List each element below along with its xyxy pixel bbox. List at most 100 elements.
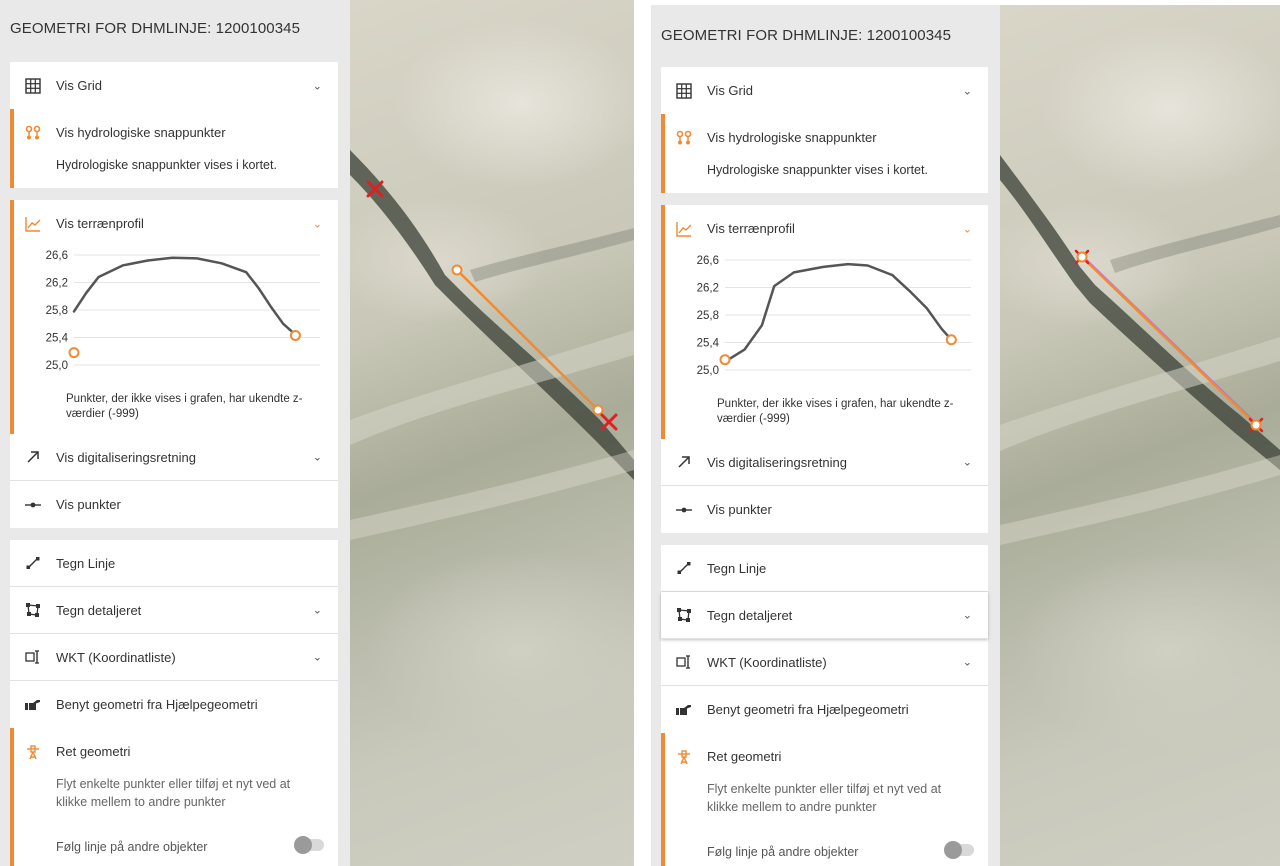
follow-line-label: Følg linje på andre objekter: [707, 845, 859, 859]
y-tick-label: 25,0: [46, 360, 68, 372]
edit-vertex-icon: [675, 748, 693, 766]
vertex-point[interactable]: [1250, 419, 1262, 431]
vis-snappunkter-label: Vis hydrologiske snappunkter: [707, 130, 877, 145]
profile-point-marker: [68, 347, 80, 359]
vis-digitaliseringsretning-item[interactable]: Vis digitaliseringsretning ⌄: [661, 439, 988, 486]
pointing-hand-icon: [675, 701, 693, 719]
follow-line-label: Følg linje på andre objekter: [56, 840, 208, 854]
tegn-detaljeret-label: Tegn detaljeret: [707, 607, 793, 623]
grid-icon: [24, 77, 42, 95]
wkt-label: WKT (Koordinatliste): [707, 654, 827, 670]
ret-geometri-label: Ret geometri: [56, 744, 131, 759]
follow-line-row: Følg linje på andre objekter: [665, 830, 988, 866]
profile-chart-icon: [24, 215, 42, 233]
wkt-item[interactable]: WKT (Koordinatliste) ⌄: [10, 634, 338, 681]
tegn-linje-label: Tegn Linje: [707, 560, 767, 576]
wkt-label: WKT (Koordinatliste): [56, 649, 176, 665]
ret-geometri-item[interactable]: Ret geometri: [14, 728, 338, 775]
vis-terraenprofil-label: Vis terrænprofil: [707, 221, 795, 236]
y-tick-label: 26,6: [46, 250, 68, 262]
chevron-down-icon[interactable]: ⌄: [963, 222, 972, 235]
chevron-down-icon[interactable]: ⌄: [313, 451, 322, 464]
profile-chart-icon: [675, 220, 693, 238]
points-line-icon: [675, 501, 693, 519]
vis-digitaliseringsretning-label: Vis digitaliseringsretning: [56, 449, 196, 465]
profile-point-marker: [719, 354, 731, 366]
y-tick-label: 25,4: [697, 338, 720, 350]
panel-title: GEOMETRI FOR DHMLINJE: 1200100345: [10, 20, 301, 37]
snap-card: Vis hydrologiske snappunkter Hydrologisk…: [661, 114, 988, 193]
grid-icon: [675, 82, 693, 100]
y-tick-label: 26,2: [46, 278, 68, 290]
chevron-down-icon[interactable]: ⌄: [313, 651, 322, 664]
chevron-down-icon[interactable]: ⌄: [313, 604, 322, 617]
aerial-map[interactable]: [350, 0, 634, 866]
ret-geometri-description: Flyt enkelte punkter eller tilføj et nyt…: [707, 782, 942, 814]
chevron-down-icon[interactable]: ⌄: [963, 656, 972, 669]
follow-line-toggle[interactable]: [944, 841, 974, 859]
aerial-map[interactable]: [1000, 5, 1280, 866]
snap-card: Vis hydrologiske snappunkter Hydrologisk…: [10, 109, 338, 188]
vis-punkter-item[interactable]: Vis punkter: [661, 486, 988, 533]
vis-grid-item[interactable]: Vis Grid ⌄: [10, 62, 338, 109]
profile-note: Punkter, der ikke vises i grafen, har uk…: [66, 393, 303, 420]
vis-punkter-label: Vis punkter: [56, 497, 121, 512]
geometry-panel: GEOMETRI FOR DHMLINJE: 1200100345 Vis Gr…: [651, 5, 1000, 866]
vis-grid-item[interactable]: Vis Grid ⌄: [661, 67, 988, 114]
y-tick-label: 25,4: [46, 333, 69, 345]
vis-digitaliseringsretning-item[interactable]: Vis digitaliseringsretning ⌄: [10, 434, 338, 481]
tegn-detaljeret-item[interactable]: Tegn detaljeret ⌄: [10, 587, 338, 634]
vis-terraenprofil-label: Vis terrænprofil: [56, 216, 144, 231]
draw-detailed-icon: [24, 601, 42, 619]
y-tick-label: 25,0: [697, 365, 719, 377]
ret-geometri-label: Ret geometri: [707, 749, 782, 764]
map-overlay: [1000, 155, 1280, 545]
vis-punkter-item[interactable]: Vis punkter: [10, 481, 338, 528]
vis-terraenprofil-item[interactable]: Vis terrænprofil ⌄: [665, 205, 988, 252]
grid-card: Vis Grid ⌄: [10, 62, 338, 109]
arrow-up-right-icon: [24, 448, 42, 466]
geometry-panel: GEOMETRI FOR DHMLINJE: 1200100345 Vis Gr…: [0, 0, 350, 866]
vis-terraenprofil-item[interactable]: Vis terrænprofil ⌄: [14, 200, 338, 247]
hjaelpegeometri-item[interactable]: Benyt geometri fra Hjælpegeometri: [10, 681, 338, 728]
vertex-point[interactable]: [592, 404, 604, 416]
chevron-down-icon[interactable]: ⌄: [963, 84, 972, 97]
hjaelpegeometri-label: Benyt geometri fra Hjælpegeometri: [707, 702, 909, 717]
vertex-point[interactable]: [451, 264, 463, 276]
vis-snappunkter-item[interactable]: Vis hydrologiske snappunkter: [665, 114, 988, 161]
edit-card: Ret geometri Flyt enkelte punkter eller …: [10, 728, 338, 866]
tegn-detaljeret-item[interactable]: Tegn detaljeret ⌄: [661, 592, 988, 639]
screenshot-left: GEOMETRI FOR DHMLINJE: 1200100345 Vis Gr…: [0, 0, 634, 866]
vis-snappunkter-item[interactable]: Vis hydrologiske snappunkter: [14, 109, 338, 156]
digit-card: Vis digitaliseringsretning ⌄ Vis punkter: [661, 439, 988, 533]
wkt-item[interactable]: WKT (Koordinatliste) ⌄: [661, 639, 988, 686]
vis-punkter-label: Vis punkter: [707, 502, 772, 517]
follow-line-toggle[interactable]: [294, 836, 324, 854]
tegn-linje-item[interactable]: Tegn Linje: [661, 545, 988, 592]
snap-points-icon: [675, 129, 693, 147]
y-tick-label: 25,8: [46, 305, 68, 317]
terrain-profile-svg: 26,6 26,2 25,8 25,4 25,0: [46, 250, 320, 372]
tegn-linje-item[interactable]: Tegn Linje: [10, 540, 338, 587]
edit-card: Ret geometri Flyt enkelte punkter eller …: [661, 733, 988, 866]
profile-card: Vis terrænprofil ⌄ 26,6 26,2 25,8 25,4 25,0 …: [661, 205, 988, 439]
hjaelpegeometri-item[interactable]: Benyt geometri fra Hjælpegeometri: [661, 686, 988, 733]
digit-card: Vis digitaliseringsretning ⌄ Vis punkter: [10, 434, 338, 528]
draw-card: Tegn Linje Tegn detaljeret ⌄ WKT (Koordi…: [661, 545, 988, 733]
chevron-down-icon[interactable]: ⌄: [313, 217, 322, 230]
chevron-down-icon[interactable]: ⌄: [963, 609, 972, 622]
ret-geometri-item[interactable]: Ret geometri: [665, 733, 988, 780]
terrain-profile-svg: 26,6 26,2 25,8 25,4 25,0: [697, 255, 971, 377]
terrain-profile-chart: 26,6 26,2 25,8 25,4 25,0: [665, 252, 988, 395]
snap-points-icon: [24, 124, 42, 142]
vis-grid-label: Vis Grid: [56, 78, 102, 93]
profile-point-marker: [289, 329, 301, 341]
chevron-down-icon[interactable]: ⌄: [313, 79, 322, 92]
points-line-icon: [24, 496, 42, 514]
pointing-hand-icon: [24, 696, 42, 714]
y-tick-label: 26,6: [697, 255, 719, 267]
vertex-point[interactable]: [1076, 251, 1088, 263]
chevron-down-icon[interactable]: ⌄: [963, 456, 972, 469]
vis-grid-label: Vis Grid: [707, 83, 753, 98]
snap-description: Hydrologiske snappunkter vises i kortet.: [56, 158, 277, 172]
